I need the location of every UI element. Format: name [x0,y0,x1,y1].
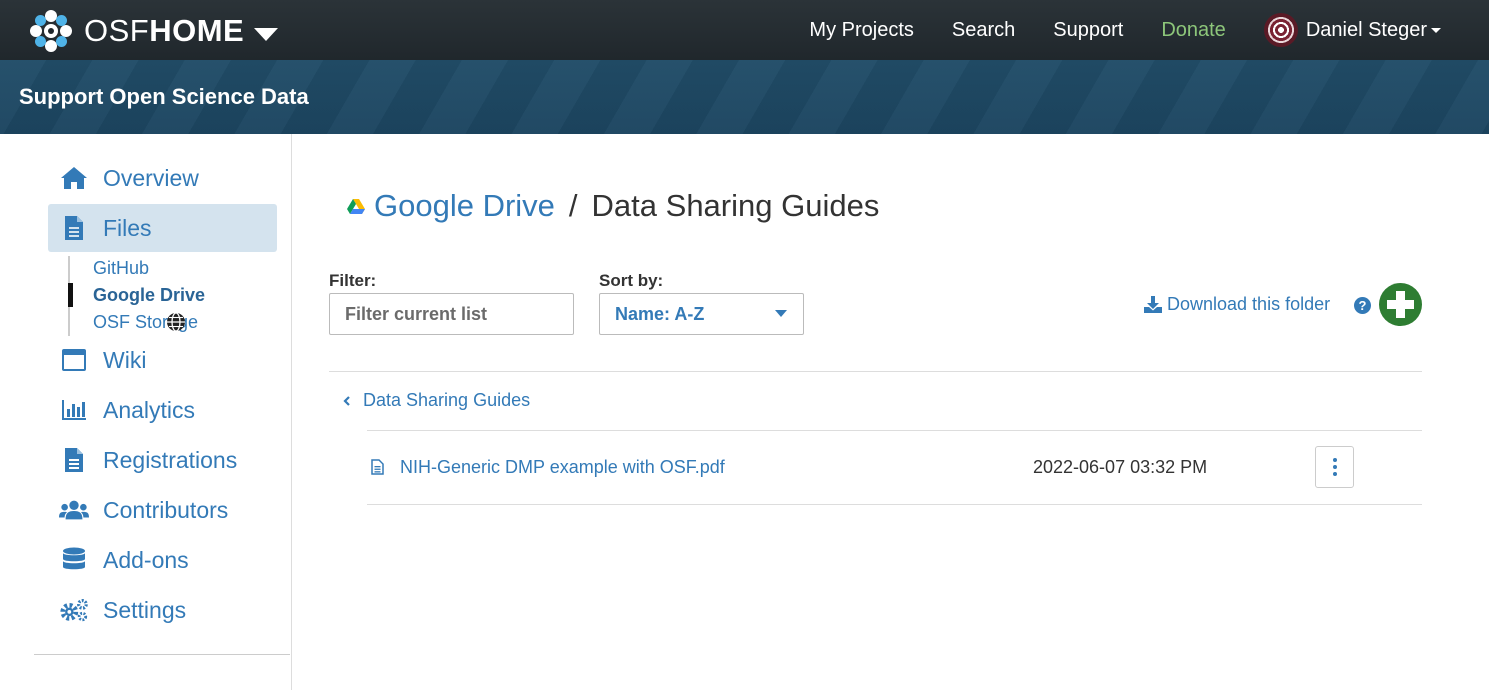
sidebar-item-registrations[interactable]: Registrations [48,436,277,484]
database-icon [59,547,89,573]
storage-google-drive[interactable]: Google Drive [93,285,205,306]
parent-folder-label: Data Sharing Guides [363,390,531,410]
nav-my-projects[interactable]: My Projects [809,19,913,42]
kebab-dot [1332,472,1337,476]
sidebar-label-addons: Add-ons [103,546,189,573]
home-icon [59,165,89,191]
kebab-dot [1332,458,1337,462]
sidebar-label-settings: Settings [103,596,187,623]
nav-links: My Projects Search Support Donate Daniel… [809,0,1489,60]
sidebar-label-analytics: Analytics [103,396,196,423]
sidebar-item-overview[interactable]: Overview [48,154,277,202]
parent-folder-row[interactable]: Data Sharing Guides [343,390,530,411]
gears-icon [59,597,89,623]
osf-logo-icon [30,10,72,52]
globe-icon [167,312,185,332]
breadcrumb-separator: / [568,188,578,223]
project-sidebar: Overview Files GitHub Google Drive OSF S… [0,134,292,690]
download-label: Download this folder [1167,294,1331,314]
bar-chart-icon [59,399,89,421]
sidebar-item-wiki[interactable]: Wiki [48,336,277,384]
sidebar-item-settings[interactable]: Settings [48,586,277,634]
table-row[interactable]: NIH-Generic DMP example with OSF.pdf 202… [367,431,1422,504]
sort-select[interactable]: Name: A-Z [599,293,804,335]
file-icon [59,215,89,241]
top-navbar: OSFHOME My Projects Search Support Donat… [0,0,1489,60]
google-drive-icon [347,198,365,214]
file-name-link[interactable]: NIH-Generic DMP example with OSF.pdf [400,457,725,478]
sidebar-item-addons[interactable]: Add-ons [48,536,277,584]
breadcrumb-current-folder: Data Sharing Guides [591,188,880,223]
nav-donate[interactable]: Donate [1161,19,1226,42]
avatar [1263,13,1298,47]
chevron-down-icon[interactable] [254,27,279,41]
help-icon[interactable]: ? [1354,297,1371,314]
breadcrumb-provider-link[interactable]: Google Drive [374,188,555,224]
brand-text: OSFHOME [84,13,244,49]
caret-down-icon [775,310,787,317]
brand-osf: OSF [84,13,150,48]
sidebar-item-files[interactable]: Files [48,204,277,252]
osf-home-brand[interactable]: OSFHOME [28,8,279,54]
caret-down-icon [1431,27,1441,33]
sidebar-label-files: Files [103,214,152,241]
filter-label: Filter: [329,271,377,290]
sidebar-label-wiki: Wiki [103,346,147,373]
user-name: Daniel Steger [1305,18,1427,41]
brand-home: HOME [149,13,245,48]
sort-selected-value: Name: A-Z [615,303,705,324]
project-header: Support Open Science Data [0,60,1489,134]
kebab-dot [1332,465,1337,469]
add-file-button[interactable] [1379,283,1422,326]
storage-github[interactable]: GitHub [93,258,149,279]
sidebar-item-analytics[interactable]: Analytics [48,386,277,434]
sidebar-divider [34,654,290,655]
download-folder-button[interactable]: Download this folder [1144,294,1330,315]
wiki-icon [59,348,89,372]
page-title: Google Drive / Data Sharing Guides [346,188,879,224]
sidebar-label-contributors: Contributors [103,496,229,523]
user-menu[interactable]: Daniel Steger [1263,13,1441,47]
download-icon [1144,296,1162,313]
file-icon [371,459,384,475]
divider [367,504,1422,505]
nav-search[interactable]: Search [952,19,1015,42]
sidebar-label-registrations: Registrations [103,446,238,473]
project-title[interactable]: Support Open Science Data [19,84,309,110]
file-icon [59,447,89,473]
sort-label: Sort by: [599,271,664,290]
divider [329,371,1422,372]
chevron-left-icon [343,395,350,406]
users-icon [59,499,89,521]
file-modified-date: 2022-06-07 03:32 PM [1033,457,1208,477]
file-actions-menu-button[interactable] [1315,446,1354,488]
sidebar-item-contributors[interactable]: Contributors [48,486,277,534]
active-provider-marker [68,283,73,307]
sidebar-label-overview: Overview [103,164,199,191]
nav-support[interactable]: Support [1053,19,1123,42]
filter-input[interactable] [329,293,574,335]
